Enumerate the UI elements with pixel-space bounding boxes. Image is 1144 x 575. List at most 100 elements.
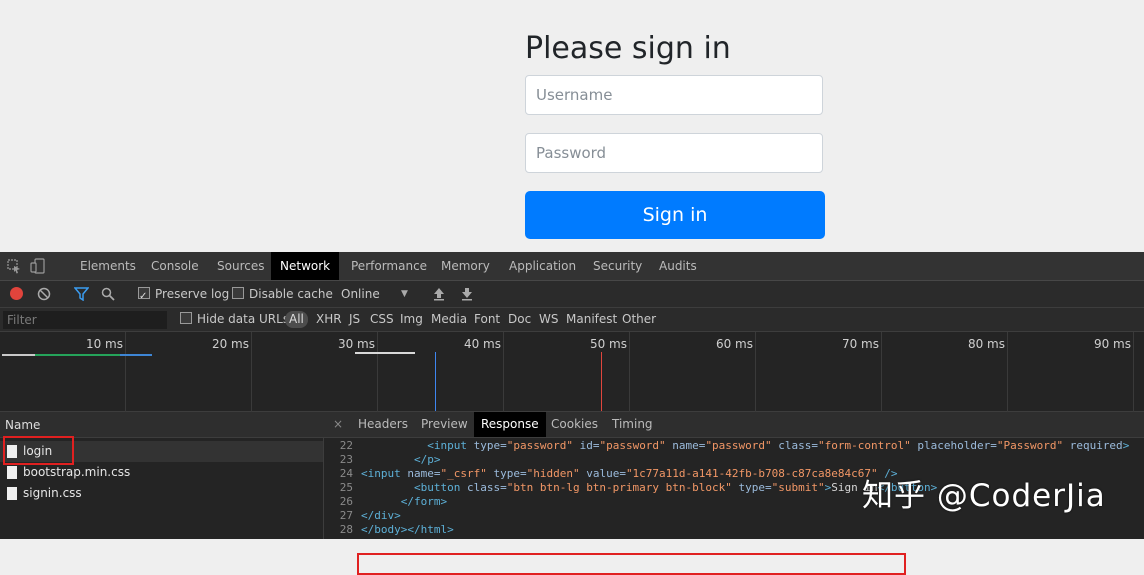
timeline-gridline	[881, 332, 882, 412]
watermark: 知乎 @CoderJia	[862, 478, 1106, 514]
tab-network[interactable]: Network	[271, 252, 340, 280]
name-column-header[interactable]: Name	[0, 412, 324, 438]
hide-data-urls-checkbox[interactable]: Hide data URLs	[180, 308, 289, 331]
request-list: Name login bootstrap.min.css signin.css	[0, 412, 324, 539]
timeline-tick-label: 30 ms	[337, 337, 375, 351]
timeline-gridline	[755, 332, 756, 412]
load-event-marker	[601, 352, 602, 411]
tab-headers[interactable]: Headers	[351, 412, 415, 437]
throttling-select[interactable]: Online ▼	[341, 281, 408, 307]
line-number: 24	[339, 467, 353, 480]
page-title: Please sign in	[525, 31, 731, 66]
timeline-tick-label: 70 ms	[841, 337, 879, 351]
timeline-tick-label: 40 ms	[463, 337, 501, 351]
inspect-element-icon[interactable]	[6, 258, 22, 274]
line-number: 26	[339, 495, 353, 508]
timeline-tick-label: 20 ms	[211, 337, 249, 351]
record-icon[interactable]	[10, 287, 23, 300]
clear-icon[interactable]	[37, 287, 53, 303]
timeline-gridline	[251, 332, 252, 412]
timeline-tick-label: 80 ms	[967, 337, 1005, 351]
document-icon	[7, 466, 17, 479]
checkbox-unchecked-icon	[180, 312, 192, 324]
tab-audits[interactable]: Audits	[650, 252, 706, 280]
filter-type-other[interactable]: Other	[622, 308, 656, 331]
timeline-request-bar	[120, 354, 152, 356]
checkbox-unchecked-icon	[232, 287, 244, 299]
tab-sources[interactable]: Sources	[208, 252, 273, 280]
tab-memory[interactable]: Memory	[432, 252, 499, 280]
network-toolbar: Preserve log Disable cache Online ▼	[0, 281, 1144, 310]
devtools-tab-bar: Elements Console Sources Network Perform…	[0, 252, 1144, 281]
request-name: signin.css	[23, 486, 82, 500]
line-number: 23	[339, 453, 353, 466]
filter-type-ws[interactable]: WS	[539, 308, 558, 331]
filter-type-media[interactable]: Media	[431, 308, 467, 331]
line-number: 25	[339, 481, 353, 494]
tab-performance[interactable]: Performance	[342, 252, 436, 280]
filter-type-img[interactable]: Img	[400, 308, 423, 331]
timeline-request-bar	[2, 354, 35, 356]
timeline-gridline	[1133, 332, 1134, 412]
filter-type-manifest[interactable]: Manifest	[566, 308, 617, 331]
highlight-box-csrf	[357, 553, 906, 575]
tab-timing[interactable]: Timing	[605, 412, 660, 437]
disable-cache-label: Disable cache	[249, 287, 333, 301]
timeline-request-bar	[355, 352, 415, 354]
filter-input[interactable]	[3, 311, 167, 329]
timeline-tick-label: 60 ms	[715, 337, 753, 351]
tab-preview[interactable]: Preview	[414, 412, 475, 437]
tab-console[interactable]: Console	[142, 252, 208, 280]
filter-type-js[interactable]: JS	[349, 308, 360, 331]
filter-type-doc[interactable]: Doc	[508, 308, 531, 331]
import-har-icon[interactable]	[433, 287, 449, 303]
login-page: Please sign in Sign in	[0, 0, 1144, 252]
filter-type-css[interactable]: CSS	[370, 308, 394, 331]
tab-cookies[interactable]: Cookies	[544, 412, 605, 437]
filter-type-all[interactable]: All	[285, 311, 308, 328]
request-name: bootstrap.min.css	[23, 465, 131, 479]
network-timeline[interactable]: 10 ms 20 ms 30 ms 40 ms 50 ms 60 ms 70 m…	[0, 332, 1144, 412]
preserve-log-label: Preserve log	[155, 287, 230, 301]
close-icon[interactable]: ×	[333, 412, 343, 437]
tab-security[interactable]: Security	[584, 252, 651, 280]
domcontentloaded-marker	[435, 352, 436, 411]
tab-elements[interactable]: Elements	[71, 252, 145, 280]
search-icon[interactable]	[101, 287, 117, 303]
filter-type-xhr[interactable]: XHR	[316, 308, 342, 331]
line-number: 22	[339, 439, 353, 452]
code-line: 22 <input type="password" id="password" …	[324, 439, 1144, 453]
highlight-box-login	[3, 436, 74, 465]
hide-data-urls-label: Hide data URLs	[197, 312, 290, 326]
filter-icon[interactable]	[73, 287, 90, 303]
disable-cache-checkbox[interactable]: Disable cache	[232, 281, 333, 307]
code-line: 23 </p>	[324, 453, 1144, 467]
document-icon	[7, 487, 17, 500]
line-number: 27	[339, 509, 353, 522]
request-row-bootstrap[interactable]: bootstrap.min.css	[0, 462, 323, 483]
dropdown-arrow-icon: ▼	[401, 289, 408, 299]
filter-type-font[interactable]: Font	[474, 308, 500, 331]
checkbox-checked-icon	[138, 284, 150, 310]
tab-application[interactable]: Application	[500, 252, 585, 280]
device-toolbar-icon[interactable]	[30, 258, 46, 274]
code-line: 28 </body></html>	[324, 523, 1144, 537]
sign-in-button[interactable]: Sign in	[525, 191, 825, 239]
timeline-gridline	[125, 332, 126, 412]
password-input[interactable]	[525, 133, 823, 173]
line-number: 28	[339, 523, 353, 536]
preserve-log-checkbox[interactable]: Preserve log	[138, 281, 230, 310]
export-har-icon[interactable]	[461, 287, 477, 303]
timeline-gridline	[1007, 332, 1008, 412]
timeline-tick-label: 10 ms	[85, 337, 123, 351]
timeline-gridline	[503, 332, 504, 412]
detail-tab-bar: × Headers Preview Response Cookies Timin…	[324, 412, 1144, 438]
username-input[interactable]	[525, 75, 823, 115]
timeline-tick-label: 50 ms	[589, 337, 627, 351]
request-row-signin-css[interactable]: signin.css	[0, 483, 323, 504]
timeline-gridline	[377, 332, 378, 412]
throttling-value: Online	[341, 287, 380, 301]
filter-bar: Hide data URLs All XHR JS CSS Img Media …	[0, 308, 1144, 332]
tab-response[interactable]: Response	[474, 412, 546, 437]
timeline-tick-label: 90 ms	[1093, 337, 1131, 351]
